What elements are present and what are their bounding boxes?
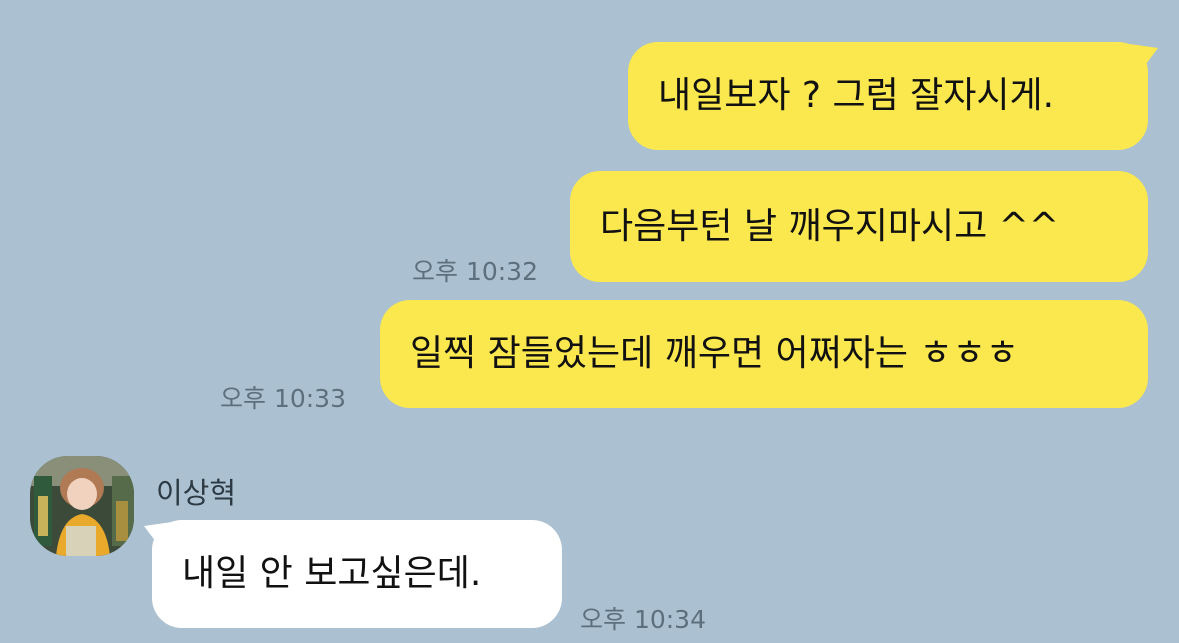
message-timestamp: 오후 10:32 [412,257,538,286]
avatar[interactable] [30,456,134,556]
message-bubble-mine[interactable]: 일찍 잠들었는데 깨우면 어쩌자는 ㅎㅎㅎ [380,300,1148,408]
message-timestamp: 오후 10:33 [220,384,346,413]
bubble-tail [1130,44,1158,72]
message-text: 일찍 잠들었는데 깨우면 어쩌자는 ㅎㅎㅎ [410,333,1019,374]
message-text: 내일보자 ? 그럼 잘자시게. [658,75,1055,116]
message-timestamp: 오후 10:34 [580,605,706,634]
sender-name: 이상혁 [156,476,237,510]
bubble-tail [144,522,172,550]
message-bubble-mine[interactable]: 다음부턴 날 깨우지마시고 ^^ [570,171,1148,282]
avatar-photo-icon [30,456,134,556]
message-text: 내일 안 보고싶은데. [182,553,482,594]
message-text: 다음부턴 날 깨우지마시고 ^^ [600,205,1059,247]
message-bubble-theirs[interactable]: 내일 안 보고싶은데. [152,520,562,628]
message-bubble-mine[interactable]: 내일보자 ? 그럼 잘자시게. [628,42,1148,150]
